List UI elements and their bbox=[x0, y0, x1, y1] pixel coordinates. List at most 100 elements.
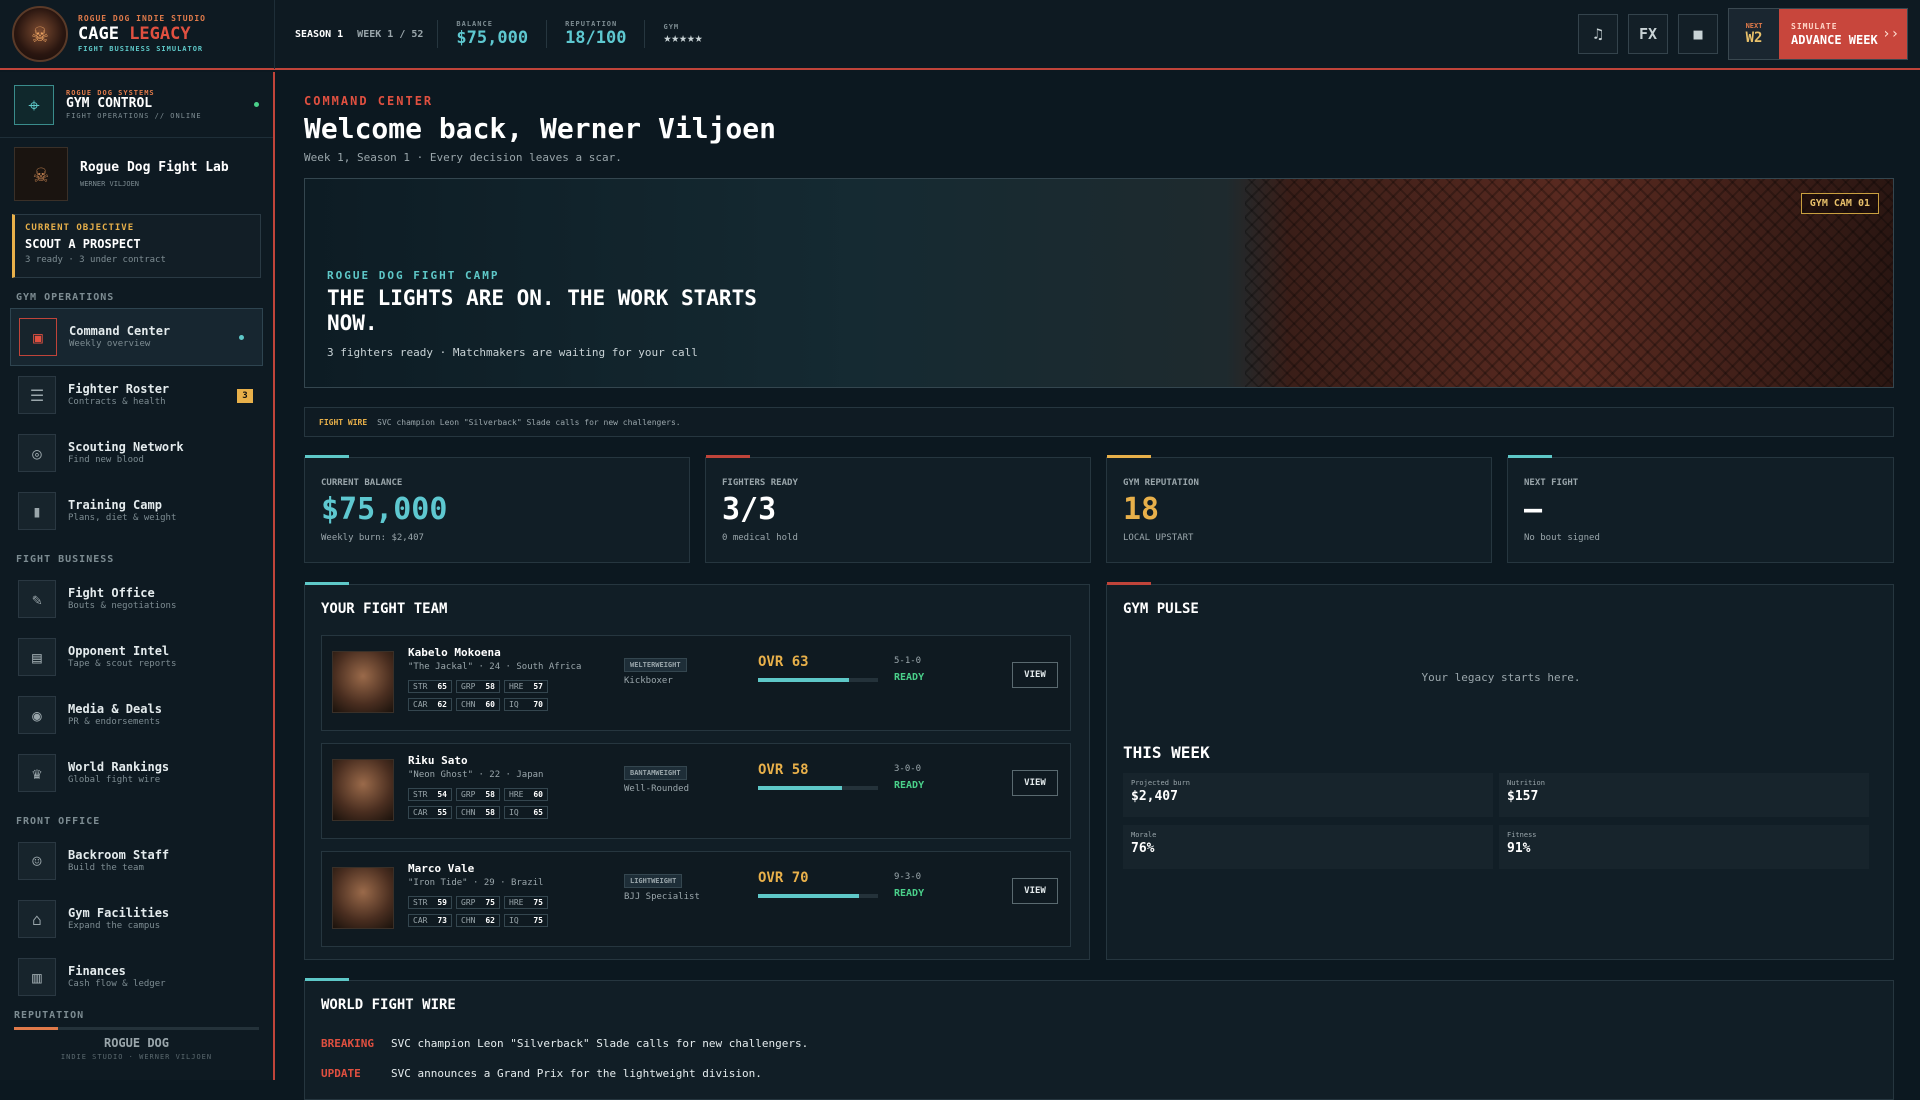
nav-group-gym-operations: GYM OPERATIONS bbox=[16, 292, 115, 303]
empty-state-text: Your legacy starts here. bbox=[1421, 671, 1581, 684]
advance-week-button[interactable]: NEXT W2 SIMULATE ADVANCE WEEK ›› bbox=[1728, 8, 1908, 60]
panel-title: WORLD FIGHT WIRE bbox=[321, 997, 456, 1013]
stop-icon: ■ bbox=[1693, 25, 1703, 43]
kpi-fighters-ready: FIGHTERS READY 3/3 0 medical hold bbox=[705, 455, 1091, 563]
nav-group-fight-business: FIGHT BUSINESS bbox=[16, 554, 115, 565]
brand: ☠ ROGUE DOG INDIE STUDIO CAGE LEGACY FIG… bbox=[0, 0, 275, 69]
gym-profile-card[interactable]: ☠ Rogue Dog Fight Lab WERNER VILJOEN bbox=[0, 138, 273, 210]
current-objective-card[interactable]: CURRENT OBJECTIVE SCOUT A PROSPECT 3 rea… bbox=[12, 214, 261, 278]
dossier-icon: ▤ bbox=[18, 638, 56, 676]
sidebar-item-command-center[interactable]: ▣ Command Center Weekly overview bbox=[10, 308, 263, 366]
ovr-bar bbox=[758, 894, 878, 898]
fighter-row[interactable]: Riku Sato "Neon Ghost" · 22 · Japan STR 5… bbox=[321, 743, 1071, 839]
sidebar-item-training-camp[interactable]: ▮ Training Camp Plans, diet & weight bbox=[0, 482, 273, 540]
punching-bag-icon: ▮ bbox=[18, 492, 56, 530]
sidebar-item-media-deals[interactable]: ◉ Media & Deals PR & endorsements bbox=[0, 686, 273, 744]
panel-title: GYM PULSE bbox=[1123, 601, 1199, 617]
week-indicator: WEEK 1 / 52 bbox=[357, 28, 424, 40]
status-ready: READY bbox=[894, 672, 925, 683]
fighter-row[interactable]: Kabelo Mokoena "The Jackal" · 24 · South… bbox=[321, 635, 1071, 731]
game-title: CAGE LEGACY bbox=[78, 24, 191, 44]
hero-headline: THE LIGHTS ARE ON. THE WORK STARTS NOW. bbox=[327, 286, 757, 336]
stat-fitness: Fitness 91% bbox=[1499, 825, 1869, 869]
this-week-title: THIS WEEK bbox=[1123, 743, 1210, 762]
reputation-footer: REPUTATION ROGUE DOG INDIE STUDIO · WERN… bbox=[0, 1010, 273, 1080]
weight-class-badge: LIGHTWEIGHT bbox=[624, 874, 683, 888]
fighter-portrait bbox=[332, 651, 394, 713]
nav-group-front-office: FRONT OFFICE bbox=[16, 816, 101, 827]
page-title: Welcome back, Werner Viljoen bbox=[304, 112, 777, 145]
balance-stat: BALANCE $75,000 bbox=[456, 20, 529, 48]
stat-projected-burn: Projected burn $2,407 bbox=[1123, 773, 1493, 817]
trophy-icon: ♛ bbox=[18, 754, 56, 792]
kpi-next-fight: NEXT FIGHT — No bout signed bbox=[1507, 455, 1894, 563]
sidebar-item-fighter-roster[interactable]: ☰ Fighter Roster Contracts & health 3 bbox=[0, 366, 273, 424]
gym-control-header: ⌖ ROGUE DOG SYSTEMS GYM CONTROL FIGHT OPER… bbox=[0, 72, 273, 138]
active-dot bbox=[239, 335, 244, 340]
ovr-bar bbox=[758, 786, 878, 790]
sidebar-item-finances[interactable]: ▥ Finances Cash flow & ledger bbox=[0, 948, 273, 1006]
page-subtitle: Week 1, Season 1 · Every decision leaves… bbox=[304, 151, 622, 164]
gym-owner: WERNER VILJOEN bbox=[80, 180, 140, 188]
online-status-dot bbox=[254, 102, 259, 107]
fighter-portrait bbox=[332, 759, 394, 821]
music-toggle-button[interactable]: ♫ bbox=[1578, 14, 1618, 54]
sidebar-item-backroom-staff[interactable]: ☺ Backroom Staff Build the team bbox=[0, 832, 273, 890]
chart-icon: ▥ bbox=[18, 958, 56, 996]
reputation-bar bbox=[14, 1027, 259, 1030]
stat-morale: Morale 76% bbox=[1123, 825, 1493, 869]
staff-icon: ☺ bbox=[18, 842, 56, 880]
sidebar-item-gym-facilities[interactable]: ⌂ Gym Facilities Expand the campus bbox=[0, 890, 273, 948]
fx-toggle-button[interactable]: FX bbox=[1628, 14, 1668, 54]
sidebar: ⌖ ROGUE DOG SYSTEMS GYM CONTROL FIGHT OPER… bbox=[0, 72, 275, 1080]
world-fight-wire-panel: WORLD FIGHT WIRE BREAKING SVC champion Le… bbox=[304, 978, 1894, 1100]
status-ready: READY bbox=[894, 780, 925, 791]
gym-avatar: ☠ bbox=[14, 147, 68, 201]
camera-icon: ◉ bbox=[18, 696, 56, 734]
reputation-stat: REPUTATION 18/100 bbox=[565, 20, 627, 48]
stat-nutrition: Nutrition $157 bbox=[1499, 773, 1869, 817]
top-bar: ☠ ROGUE DOG INDIE STUDIO CAGE LEGACY FIG… bbox=[0, 0, 1920, 70]
gym-cam-label[interactable]: GYM CAM 01 bbox=[1800, 193, 1879, 214]
view-fighter-button[interactable]: VIEW bbox=[1012, 770, 1058, 796]
weight-class-badge: WELTERWEIGHT bbox=[624, 658, 687, 672]
next-week-indicator: NEXT W2 bbox=[1729, 9, 1779, 59]
gym-pulse-panel: GYM PULSE Your legacy starts here. THIS … bbox=[1106, 582, 1894, 960]
roster-count-badge: 3 bbox=[237, 389, 253, 403]
music-icon: ♫ bbox=[1593, 25, 1603, 43]
news-item[interactable]: BREAKING SVC champion Leon "Silverback" S… bbox=[321, 1037, 808, 1050]
view-fighter-button[interactable]: VIEW bbox=[1012, 878, 1058, 904]
monitor-icon: ▣ bbox=[19, 318, 57, 356]
ovr-bar bbox=[758, 678, 878, 682]
fighter-row[interactable]: Marco Vale "Iron Tide" · 29 · Brazil STR… bbox=[321, 851, 1071, 947]
kpi-current-balance: CURRENT BALANCE $75,000 Weekly burn: $2,40… bbox=[304, 455, 690, 563]
fight-wire-ticker[interactable]: FIGHT WIRE SVC champion Leon "Silverback"… bbox=[304, 407, 1894, 437]
sidebar-item-opponent-intel[interactable]: ▤ Opponent Intel Tape & scout reports bbox=[0, 628, 273, 686]
panel-title: YOUR FIGHT TEAM bbox=[321, 601, 448, 617]
radar-icon: ◎ bbox=[18, 434, 56, 472]
season-indicator: SEASON 1 bbox=[295, 28, 344, 40]
sidebar-item-world-rankings[interactable]: ♛ World Rankings Global fight wire bbox=[0, 744, 273, 802]
gym-name: Rogue Dog Fight Lab bbox=[80, 160, 229, 175]
hero-subtext: 3 fighters ready · Matchmakers are waiti… bbox=[327, 346, 698, 360]
hero-kicker: ROGUE DOG FIGHT CAMP bbox=[327, 269, 500, 282]
cage-backdrop bbox=[1245, 179, 1893, 387]
dog-logo-icon: ☠ bbox=[12, 6, 68, 62]
fighter-portrait bbox=[332, 867, 394, 929]
gym-rating-stat: GYM ★★★★★ bbox=[663, 22, 703, 46]
status-ready: READY bbox=[894, 888, 925, 899]
game-subtitle: FIGHT BUSINESS SIMULATOR bbox=[78, 45, 204, 53]
building-icon: ⌂ bbox=[18, 900, 56, 938]
stop-button[interactable]: ■ bbox=[1678, 14, 1718, 54]
hero-banner: GYM CAM 01 ROGUE DOG FIGHT CAMP THE LIGH… bbox=[304, 178, 1894, 388]
news-item[interactable]: UPDATE SVC announces a Grand Prix for the… bbox=[321, 1067, 762, 1080]
kpi-gym-reputation: GYM REPUTATION 18 LOCAL UPSTART bbox=[1106, 455, 1492, 563]
fight-team-panel: YOUR FIGHT TEAM Kabelo Mokoena "The Jack… bbox=[304, 582, 1090, 960]
sidebar-item-fight-office[interactable]: ✎ Fight Office Bouts & negotiations bbox=[0, 570, 273, 628]
sidebar-item-scouting-network[interactable]: ◎ Scouting Network Find new blood bbox=[0, 424, 273, 482]
view-fighter-button[interactable]: VIEW bbox=[1012, 662, 1058, 688]
crosshair-icon: ⌖ bbox=[14, 84, 54, 125]
weight-class-badge: BANTAMWEIGHT bbox=[624, 766, 687, 780]
studio-name: ROGUE DOG INDIE STUDIO bbox=[78, 14, 206, 23]
contract-icon: ✎ bbox=[18, 580, 56, 618]
